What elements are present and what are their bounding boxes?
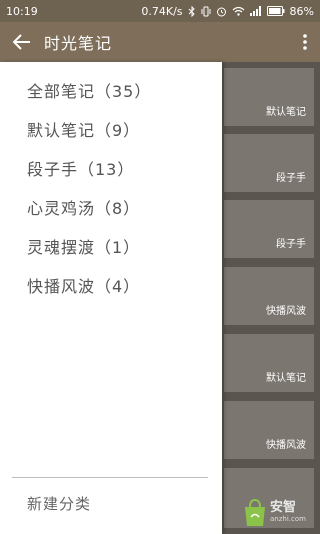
- more-vert-icon: [303, 34, 307, 50]
- shopping-bag-logo-icon: [245, 498, 265, 526]
- app-bar: 时光笔记: [0, 22, 320, 62]
- arrow-left-icon: [13, 34, 30, 50]
- note-card[interactable]: 段子手: [224, 200, 314, 258]
- note-card[interactable]: 默认笔记: [224, 334, 314, 392]
- more-options-button[interactable]: [290, 22, 320, 62]
- status-icons: 0.74K/s 86%: [141, 5, 314, 18]
- note-card[interactable]: 默认笔记: [224, 68, 314, 126]
- note-card[interactable]: 快播风波: [224, 401, 314, 459]
- vibrate-icon: [201, 6, 211, 17]
- page-title: 时光笔记: [44, 34, 113, 53]
- anzhi-watermark: 安智 anzhi.com: [242, 494, 318, 530]
- note-category: 段子手: [276, 173, 306, 184]
- category-item-jokes[interactable]: 段子手（13）: [0, 148, 222, 187]
- wifi-icon: [232, 6, 245, 16]
- note-category: 默认笔记: [266, 373, 306, 384]
- back-button[interactable]: [0, 22, 44, 62]
- category-list: 全部笔记（35） 默认笔记（9） 段子手（13） 心灵鸡汤（8） 灵魂摆渡（1）…: [0, 70, 222, 304]
- battery-icon: [266, 6, 285, 16]
- status-time: 10:19: [6, 4, 38, 18]
- note-card[interactable]: 段子手: [224, 134, 314, 192]
- watermark-brand: 安智: [270, 500, 297, 515]
- note-category: 段子手: [276, 239, 306, 250]
- note-card[interactable]: 快播风波: [224, 267, 314, 325]
- note-category: 快播风波: [266, 306, 306, 317]
- status-bar: 10:19 0.74K/s 86%: [0, 0, 320, 22]
- bluetooth-icon: [188, 5, 196, 17]
- signal-icon: [249, 6, 262, 16]
- category-item-all[interactable]: 全部笔记（35）: [0, 70, 222, 109]
- note-category: 默认笔记: [266, 107, 306, 118]
- watermark-url: anzhi.com: [270, 515, 306, 523]
- category-item-default[interactable]: 默认笔记（9）: [0, 109, 222, 148]
- category-item-soul-ferry[interactable]: 灵魂摆渡（1）: [0, 226, 222, 265]
- note-category: 快播风波: [266, 440, 306, 451]
- category-item-chicken-soup[interactable]: 心灵鸡汤（8）: [0, 187, 222, 226]
- category-drawer: 全部笔记（35） 默认笔记（9） 段子手（13） 心灵鸡汤（8） 灵魂摆渡（1）…: [0, 62, 222, 534]
- network-speed: 0.74K/s: [141, 4, 183, 18]
- drawer-divider: [12, 477, 208, 478]
- battery-percent: 86%: [289, 4, 314, 18]
- alarm-icon: [216, 6, 227, 17]
- new-category-button[interactable]: 新建分类: [27, 490, 91, 516]
- category-item-qvod[interactable]: 快播风波（4）: [0, 265, 222, 304]
